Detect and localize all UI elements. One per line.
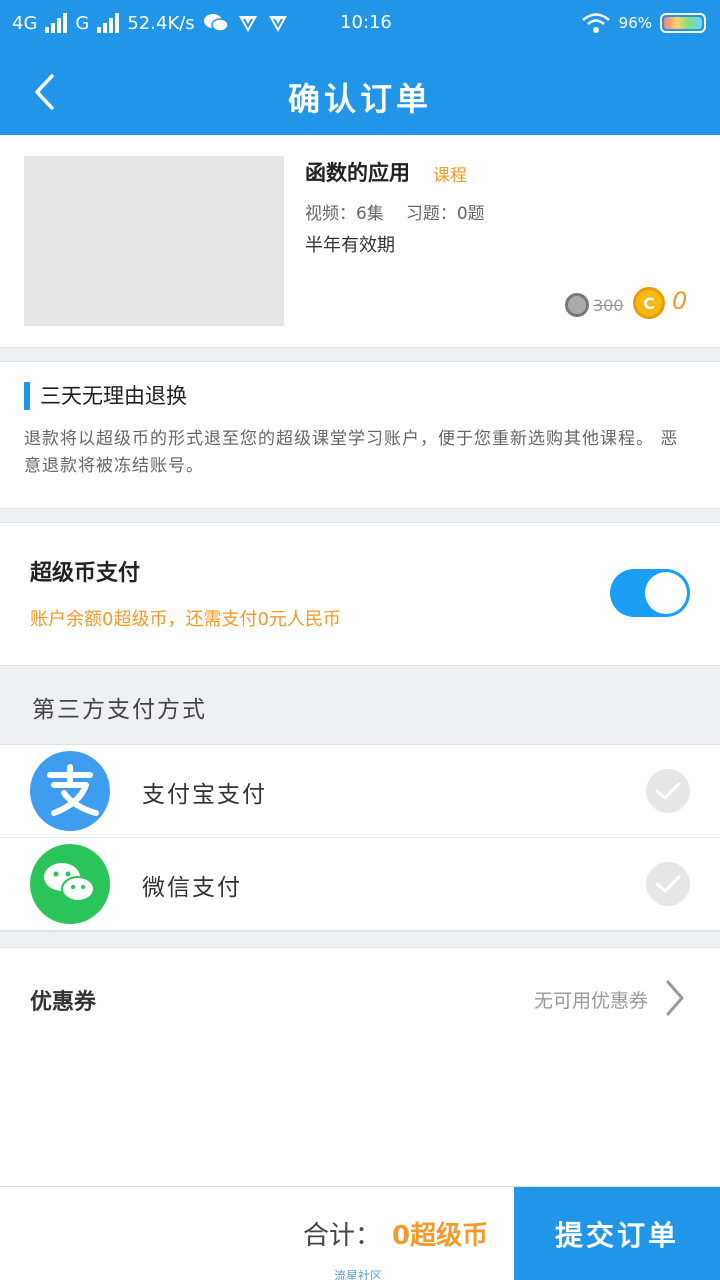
coin-payment-section: 超级币支付 账户余额0超级币，还需支付0元人民币	[0, 523, 720, 665]
section-divider	[0, 931, 720, 948]
battery-percent: 96%	[618, 14, 652, 32]
nav-bar: 确认订单	[0, 50, 720, 135]
alipay-icon	[30, 751, 110, 831]
course-thumbnail	[24, 156, 284, 326]
network-type-4g: 4G	[12, 12, 38, 34]
wechat-notification-icon	[203, 14, 229, 32]
course-card: 函数的应用 课程 视频：6集 习题：0题 半年有效期 300 C 0	[0, 135, 720, 347]
network-speed: 52.4K/s	[127, 12, 195, 34]
section-divider	[0, 508, 720, 523]
check-icon[interactable]	[646, 862, 690, 906]
gold-coin-icon: C	[633, 287, 665, 319]
grey-coin-icon	[565, 293, 589, 317]
network-type-g: G	[75, 12, 90, 34]
check-icon[interactable]	[646, 769, 690, 813]
third-party-header: 第三方支付方式	[0, 665, 720, 745]
coin-payment-toggle[interactable]	[610, 569, 690, 617]
video-count: 视频：6集	[305, 204, 384, 224]
course-validity: 半年有效期	[305, 235, 395, 256]
app-notification-icon	[268, 16, 287, 32]
app-notification-icon	[238, 16, 257, 32]
course-meta: 视频：6集 习题：0题	[305, 199, 485, 224]
total-value: 0超级币	[392, 1221, 489, 1251]
battery-icon	[660, 13, 706, 33]
exercise-count: 习题：0题	[405, 204, 485, 224]
signal-icon	[45, 13, 68, 33]
wechat-pay-option[interactable]: 微信支付	[0, 838, 720, 931]
clock: 10:16	[340, 12, 392, 33]
refund-title: 三天无理由退换	[24, 382, 187, 410]
alipay-label: 支付宝支付	[142, 782, 267, 808]
status-bar: 4G G 52.4K/s 10:16 96%	[0, 0, 720, 50]
current-price: 0	[672, 287, 688, 315]
third-party-title: 第三方支付方式	[32, 697, 207, 723]
wechat-icon	[30, 844, 110, 924]
wifi-icon	[581, 13, 610, 33]
chevron-right-icon	[666, 980, 684, 1016]
original-price: 300	[565, 293, 624, 317]
refund-policy: 三天无理由退换 退款将以超级币的形式退至您的超级课堂学习账户，便于您重新选购其他…	[0, 362, 720, 508]
wechat-pay-label: 微信支付	[142, 875, 242, 901]
refund-description: 退款将以超级币的形式退至您的超级课堂学习账户，便于您重新选购其他课程。 恶意退款…	[24, 429, 679, 476]
bottom-bar: 合计： 0超级币 流星社区 提交订单	[0, 1186, 720, 1280]
total-label: 合计：	[303, 1221, 382, 1251]
toggle-knob	[645, 572, 687, 614]
course-name: 函数的应用	[305, 161, 410, 185]
section-divider	[0, 347, 720, 362]
coin-payment-title: 超级币支付	[30, 561, 141, 586]
coupon-label: 优惠券	[30, 990, 97, 1015]
coin-payment-balance: 账户余额0超级币，还需支付0元人民币	[30, 609, 341, 630]
signal-icon	[97, 13, 120, 33]
alipay-option[interactable]: 支付宝支付	[0, 745, 720, 838]
submit-order-button[interactable]: 提交订单	[514, 1187, 720, 1280]
page-title: 确认订单	[287, 80, 432, 118]
coupon-value: 无可用优惠券	[533, 990, 648, 1012]
watermark-text: 流星社区	[334, 1269, 383, 1280]
course-tag: 课程	[433, 166, 467, 186]
coupon-row[interactable]: 优惠券 无可用优惠券	[0, 948, 720, 1048]
